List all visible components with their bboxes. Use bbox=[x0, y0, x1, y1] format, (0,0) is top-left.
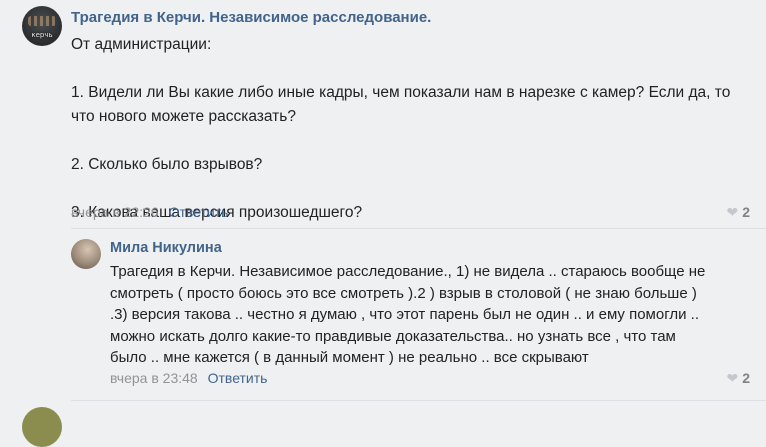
comment-text: Трагедия в Керчи. Независимое расследова… bbox=[110, 261, 750, 369]
reply-button[interactable]: Ответить bbox=[208, 370, 268, 386]
divider bbox=[71, 228, 766, 229]
comment-text: От администрации: 1. Видели ли Вы какие … bbox=[71, 33, 751, 225]
comment-line: что нового можете рассказать? bbox=[71, 108, 296, 125]
like-button[interactable]: ❤ 2 bbox=[726, 204, 750, 221]
divider bbox=[71, 400, 766, 401]
avatar[interactable]: керчь bbox=[22, 6, 62, 46]
like-button[interactable]: ❤ 2 bbox=[726, 370, 750, 387]
heart-icon: ❤ bbox=[726, 204, 739, 220]
comment-meta: вчера в 23:48 Ответить bbox=[110, 370, 267, 386]
comment-timestamp[interactable]: вчера в 23:48 bbox=[110, 370, 198, 386]
like-count: 2 bbox=[742, 204, 750, 220]
comment-line: можно искать долго какие-то правдивые до… bbox=[110, 327, 676, 345]
comment-line: 1. Видели ли Вы какие либо иные кадры, ч… bbox=[71, 84, 731, 101]
comment-author[interactable]: Мила Никулина bbox=[110, 240, 222, 256]
comment-meta: вчера в 22:26 Ответить bbox=[71, 204, 228, 220]
comment-thread: керчь Трагедия в Керчи. Независимое расс… bbox=[0, 0, 766, 447]
comment-line: Трагедия в Керчи. Независимое расследова… bbox=[110, 263, 706, 280]
like-count: 2 bbox=[742, 370, 750, 386]
comment-timestamp[interactable]: вчера в 22:26 bbox=[71, 204, 159, 220]
comment-line: было .. мне кажется ( в данный момент ) … bbox=[110, 349, 589, 366]
avatar[interactable] bbox=[71, 239, 101, 269]
comment-line: смотреть ( просто боюсь это все смотреть… bbox=[110, 284, 697, 302]
comment-line: 2. Сколько было взрывов? bbox=[71, 156, 263, 173]
avatar[interactable] bbox=[22, 407, 62, 447]
comment-line: От администрации: bbox=[71, 36, 212, 53]
reply-button[interactable]: Ответить bbox=[169, 204, 229, 220]
comment-line: .3) версия такова .. честно я думаю , чт… bbox=[110, 306, 699, 323]
avatar-caption: керчь bbox=[31, 31, 53, 39]
avatar-image-detail bbox=[28, 16, 56, 26]
heart-icon: ❤ bbox=[726, 370, 739, 386]
comment-author-cutoff[interactable] bbox=[71, 410, 191, 420]
comment-author[interactable]: Трагедия в Керчи. Независимое расследова… bbox=[71, 9, 431, 26]
